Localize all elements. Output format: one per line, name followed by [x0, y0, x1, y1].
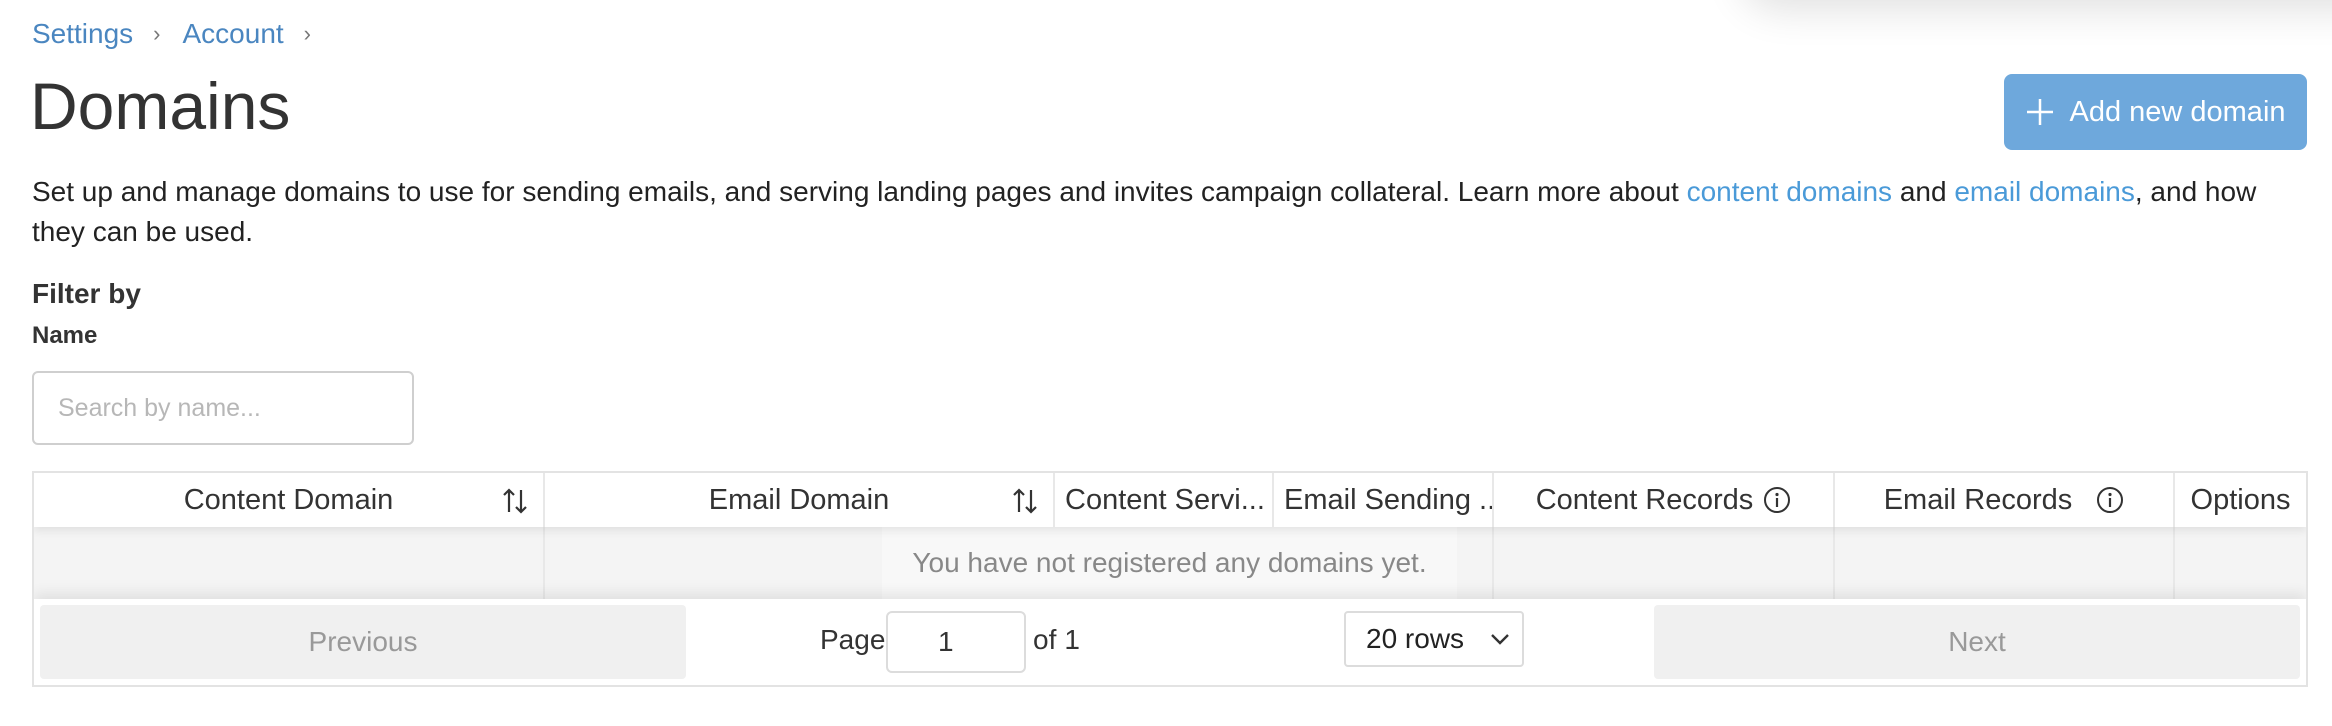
- add-new-domain-label: Add new domain: [2069, 95, 2286, 128]
- sort-icon[interactable]: [1011, 486, 1039, 516]
- previous-page-button[interactable]: Previous: [40, 605, 686, 679]
- column-header-label: Email Records: [1883, 483, 2073, 516]
- info-icon[interactable]: [2096, 486, 2124, 514]
- plus-icon: [2027, 99, 2054, 125]
- column-header-label: Email Domain: [708, 483, 890, 516]
- breadcrumb-separator: ›: [303, 21, 311, 46]
- total-pages-label: of 1: [1033, 624, 1080, 656]
- breadcrumb-account-link[interactable]: Account: [183, 18, 284, 50]
- of-text: of: [1033, 624, 1057, 655]
- column-header-content-records[interactable]: Content Records: [1494, 473, 1835, 527]
- page-label: Page: [820, 624, 886, 655]
- column-header-email-domain[interactable]: Email Domain: [545, 473, 1055, 527]
- column-header-content-serving[interactable]: Content Servi...: [1055, 473, 1274, 527]
- column-header-email-sending[interactable]: Email Sending ...: [1274, 473, 1494, 527]
- pagination-bar: Previous Page of1 20 rows Next: [34, 599, 2306, 685]
- column-header-email-records[interactable]: Email Records: [1835, 473, 2175, 527]
- next-page-button[interactable]: Next: [1654, 605, 2300, 679]
- breadcrumb-separator: ›: [153, 21, 161, 46]
- description-text: Set up and manage domains to use for sen…: [32, 176, 1687, 207]
- column-header-label: Content Domain: [183, 483, 394, 516]
- search-by-name-input[interactable]: [32, 371, 414, 445]
- description-text: and: [1892, 176, 1955, 207]
- column-header-label: Email Sending ...: [1284, 483, 1494, 516]
- page-number-input[interactable]: [886, 611, 1026, 673]
- add-new-domain-button[interactable]: Add new domain: [2004, 74, 2307, 150]
- column-header-options: Options: [2175, 473, 2306, 527]
- rows-per-page-value: 20 rows: [1366, 623, 1465, 654]
- total-pages-value: 1: [1064, 624, 1080, 655]
- page-description: Set up and manage domains to use for sen…: [32, 172, 2302, 252]
- breadcrumb: Settings › Account ›: [32, 18, 333, 50]
- breadcrumb-settings-link[interactable]: Settings: [32, 18, 133, 50]
- page-title: Domains: [30, 69, 291, 143]
- filter-title: Filter by: [32, 278, 141, 309]
- sort-icon[interactable]: [501, 486, 529, 516]
- domains-table: Content Domain Email Domain Content Serv…: [32, 471, 2308, 687]
- content-domains-link[interactable]: content domains: [1687, 176, 1892, 207]
- empty-state-message: You have not registered any domains yet.: [882, 527, 1457, 599]
- filter-name-label: Name: [32, 322, 98, 349]
- column-header-label: Content Records: [1535, 483, 1754, 516]
- column-header-label: Options: [2190, 483, 2291, 516]
- column-header-label: Content Servi...: [1065, 483, 1265, 516]
- chevron-down-icon: [1491, 634, 1509, 645]
- info-icon[interactable]: [1763, 486, 1791, 514]
- table-header: Content Domain Email Domain Content Serv…: [34, 473, 2306, 527]
- rows-per-page-select[interactable]: 20 rows: [1344, 611, 1524, 667]
- column-header-content-domain[interactable]: Content Domain: [34, 473, 545, 527]
- email-domains-link[interactable]: email domains: [1954, 176, 2135, 207]
